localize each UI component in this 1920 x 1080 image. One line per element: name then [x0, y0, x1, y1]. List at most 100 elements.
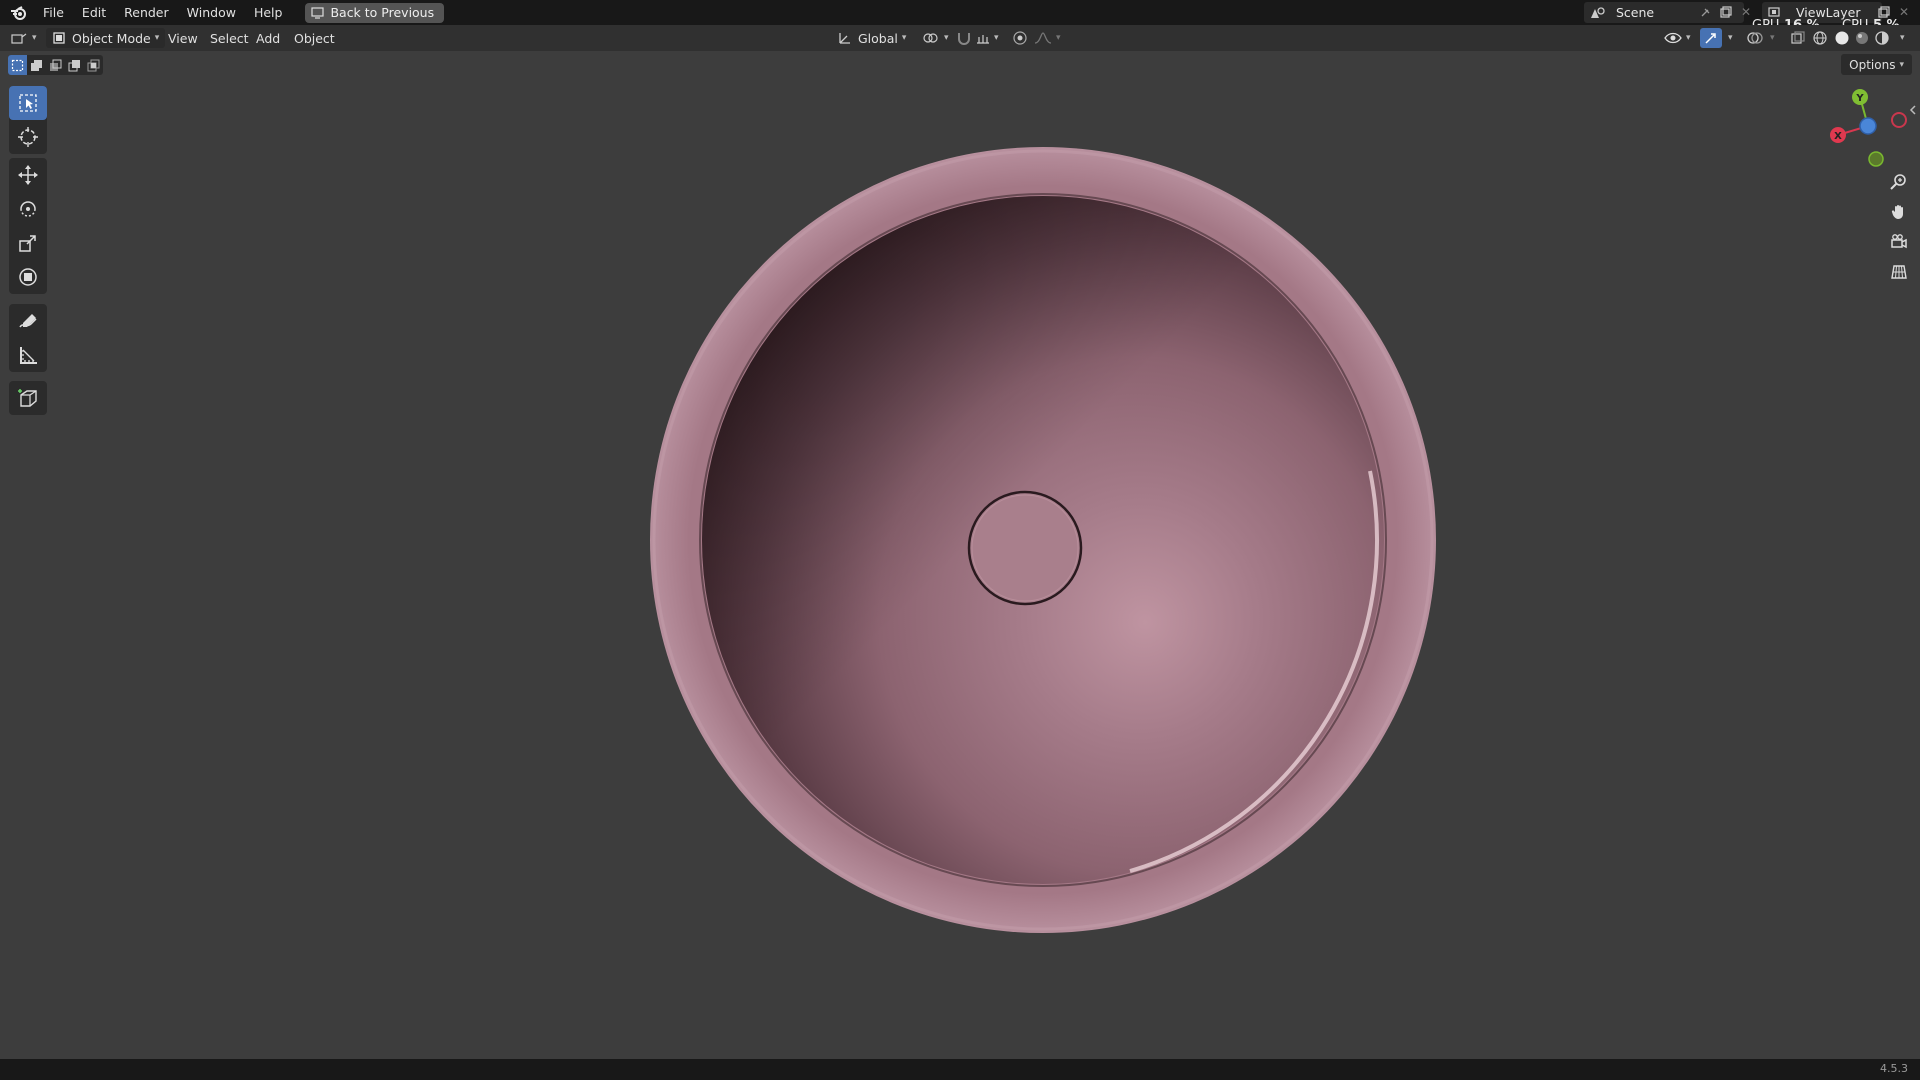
- menu-object[interactable]: Object: [294, 28, 335, 48]
- overlays-dropdown[interactable]: ▾: [1766, 28, 1775, 48]
- solid-sphere-icon: [1835, 31, 1849, 45]
- pan-hand-icon: [1891, 205, 1903, 219]
- menu-edit[interactable]: Edit: [73, 0, 115, 25]
- menu-help[interactable]: Help: [245, 0, 292, 25]
- tool-rotate[interactable]: [9, 192, 47, 226]
- x-axis-label: X: [1834, 131, 1842, 142]
- scale-icon: [19, 235, 36, 252]
- perspective-toggle-button[interactable]: [1886, 259, 1912, 285]
- navigation-gizmo[interactable]: X Y: [1820, 84, 1920, 174]
- shading-solid[interactable]: [1834, 28, 1850, 48]
- snap-toggle[interactable]: [956, 28, 972, 48]
- sidebar-toggle-icon[interactable]: [1909, 105, 1916, 115]
- select-extend-icon: [31, 59, 42, 71]
- pan-button[interactable]: [1886, 199, 1912, 225]
- measure-icon: [20, 347, 37, 364]
- shading-material[interactable]: [1854, 28, 1870, 48]
- chevron-down-icon: ▾: [1899, 59, 1904, 70]
- pin-icon[interactable]: [1696, 4, 1714, 22]
- select-new-icon: [11, 59, 24, 71]
- tool-annotate[interactable]: [9, 304, 47, 338]
- perspective-grid-icon: [1891, 265, 1907, 279]
- chevron-down-icon: ▾: [154, 33, 160, 43]
- chevron-down-icon: ▾: [944, 33, 949, 43]
- falloff-dropdown[interactable]: ▾: [1034, 28, 1061, 48]
- wireframe-sphere-icon: [1813, 31, 1827, 45]
- toolbar-group-transform: [9, 158, 47, 294]
- mode-dropdown[interactable]: Object Mode ▾: [46, 28, 166, 48]
- tool-add-cube[interactable]: [9, 381, 47, 415]
- overlays-toggle[interactable]: [1746, 28, 1764, 48]
- blender-logo-icon[interactable]: [4, 0, 34, 25]
- camera-view-button[interactable]: [1886, 229, 1912, 255]
- transform-orientation-dropdown[interactable]: Global ▾: [838, 28, 906, 48]
- tool-transform[interactable]: [9, 260, 47, 294]
- new-scene-icon[interactable]: [1716, 3, 1734, 21]
- gizmo-icon: [1705, 33, 1716, 44]
- gizmo-dropdown[interactable]: ▾: [1724, 28, 1733, 48]
- toolbar-group-select: [9, 86, 47, 154]
- eye-icon: [1664, 32, 1682, 44]
- snap-increment-icon: [977, 35, 989, 44]
- proportional-edit-icon: [1013, 31, 1027, 45]
- tool-cursor[interactable]: [9, 120, 47, 154]
- editor-type-selector[interactable]: ▾: [10, 28, 37, 48]
- visibility-dropdown[interactable]: ▾: [1664, 28, 1691, 48]
- select-subtract-mode[interactable]: [46, 55, 65, 75]
- chevron-down-icon: ▾: [1686, 33, 1691, 43]
- chevron-down-icon: ▾: [1770, 33, 1775, 43]
- tool-move[interactable]: [9, 158, 47, 192]
- bowl-object[interactable]: [0, 51, 1920, 1059]
- 3d-viewport-icon: [11, 33, 27, 44]
- proportional-editing-toggle[interactable]: [1012, 28, 1028, 48]
- neg-y-axis-handle[interactable]: [1868, 151, 1884, 167]
- gizmo-toggle[interactable]: [1700, 28, 1722, 48]
- xray-toggle[interactable]: [1790, 28, 1806, 48]
- chevron-down-icon: ▾: [994, 33, 999, 43]
- pivot-point-dropdown[interactable]: ▾: [922, 28, 949, 48]
- menu-add[interactable]: Add: [256, 28, 280, 48]
- chevron-down-icon: ▾: [1056, 33, 1061, 43]
- select-extend-mode[interactable]: [27, 55, 46, 75]
- options-dropdown[interactable]: Options ▾: [1841, 54, 1912, 75]
- z-axis-handle[interactable]: [1859, 117, 1877, 135]
- overlays-icon: [1747, 32, 1763, 44]
- camera-icon: [1891, 234, 1907, 249]
- chevron-down-icon: ▾: [32, 33, 37, 43]
- toolbar-group-annotate: [9, 304, 47, 372]
- zoom-icon: [1890, 174, 1906, 190]
- shading-dropdown[interactable]: ▾: [1896, 28, 1905, 48]
- shading-wireframe[interactable]: [1812, 28, 1828, 48]
- tool-measure[interactable]: [9, 338, 47, 372]
- tool-scale[interactable]: [9, 226, 47, 260]
- back-to-previous-button[interactable]: Back to Previous: [305, 2, 445, 23]
- neg-x-axis-handle[interactable]: [1891, 112, 1907, 128]
- zoom-button[interactable]: [1886, 169, 1912, 195]
- rotate-icon: [20, 201, 36, 217]
- toolbar-group-add: [9, 381, 47, 415]
- magnet-icon: [958, 33, 970, 45]
- mode-label: Object Mode: [72, 30, 151, 46]
- select-intersect-mode[interactable]: [84, 55, 103, 75]
- select-invert-mode[interactable]: [65, 55, 84, 75]
- chevron-down-icon: ▾: [1900, 33, 1905, 43]
- tool-select-box[interactable]: [9, 86, 47, 120]
- y-axis-label: Y: [1855, 93, 1864, 104]
- select-new-mode[interactable]: [8, 55, 27, 75]
- menu-view[interactable]: View: [168, 28, 198, 48]
- menu-window[interactable]: Window: [178, 0, 245, 25]
- material-sphere-icon: [1856, 32, 1868, 44]
- snap-target-dropdown[interactable]: ▾: [976, 28, 999, 48]
- menu-render[interactable]: Render: [115, 0, 178, 25]
- shading-rendered[interactable]: [1874, 28, 1890, 48]
- chevron-down-icon: ▾: [1728, 33, 1733, 43]
- back-to-previous-label: Back to Previous: [330, 5, 435, 20]
- select-box-icon: [19, 94, 37, 112]
- scene-name: Scene: [1616, 5, 1655, 20]
- 3d-viewport[interactable]: [0, 51, 1920, 1059]
- menu-file[interactable]: File: [34, 0, 73, 25]
- scene-icon: [1584, 4, 1612, 22]
- pivot-icon: [923, 33, 938, 43]
- xray-icon: [1791, 31, 1805, 44]
- menu-select[interactable]: Select: [210, 28, 249, 48]
